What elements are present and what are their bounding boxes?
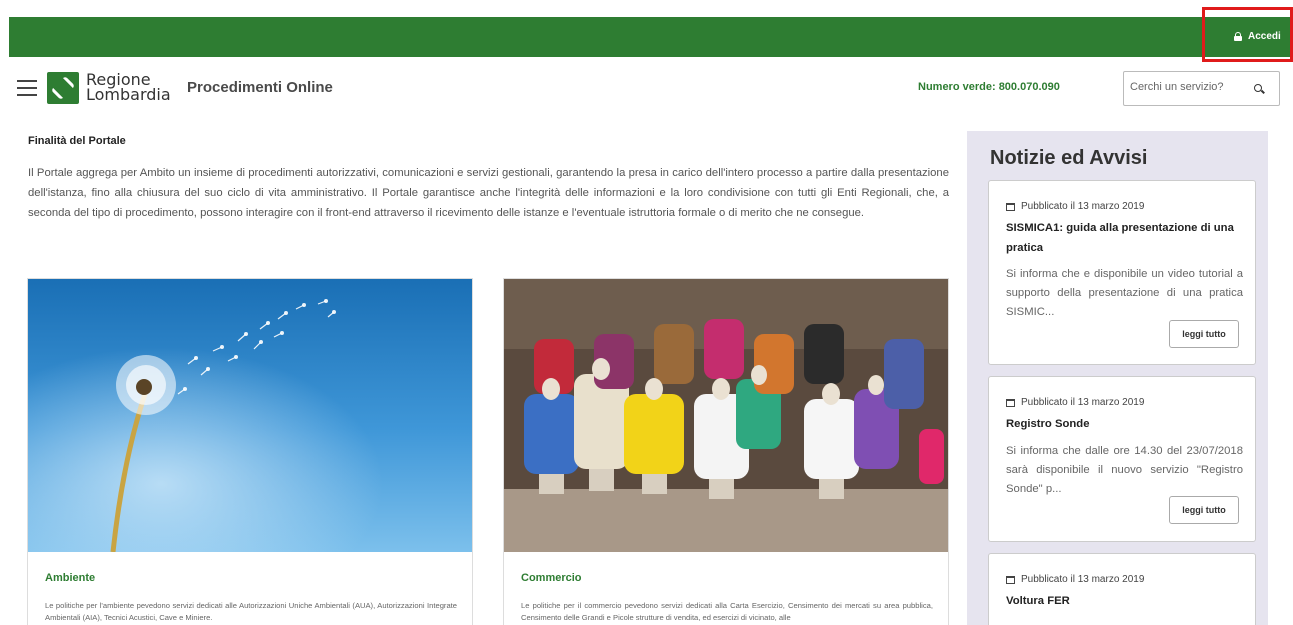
card-description: Le politiche per l'ambiente pevedono ser… [45, 601, 457, 622]
news-heading: Notizie ed Avvisi [990, 147, 1148, 169]
card-title[interactable]: Ambiente [45, 572, 95, 584]
news-date: Pubblicato il 13 marzo 2019 [1006, 201, 1144, 212]
card-description: Le politiche per il commercio pevedono s… [521, 601, 933, 622]
news-date-text: Pubblicato il 13 marzo 2019 [1021, 201, 1145, 212]
region-logo-icon[interactable] [47, 72, 79, 104]
mannequins-image [504, 279, 948, 552]
lock-icon [1234, 32, 1242, 41]
read-more-button[interactable]: leggi tutto [1169, 496, 1239, 524]
menu-icon[interactable] [17, 80, 37, 97]
news-sidebar: Notizie ed Avvisi Pubblicato il 13 marzo… [967, 131, 1268, 625]
toll-free-number: Numero verde: 800.070.090 [918, 81, 1060, 93]
top-bar [9, 17, 1293, 57]
news-item: Pubblicato il 13 marzo 2019 Voltura FER [988, 553, 1256, 625]
search-input[interactable] [1130, 81, 1245, 93]
search-icon[interactable] [1254, 84, 1262, 92]
category-card-ambiente[interactable]: Ambiente Le politiche per l'ambiente pev… [27, 278, 473, 625]
news-date-text: Pubblicato il 13 marzo 2019 [1021, 397, 1145, 408]
login-link[interactable]: Accedi [1234, 31, 1281, 42]
calendar-icon [1006, 398, 1015, 407]
site-title: Procedimenti Online [187, 79, 333, 96]
read-more-button[interactable]: leggi tutto [1169, 320, 1239, 348]
news-title[interactable]: Voltura FER [1006, 591, 1246, 611]
news-excerpt: Si informa che dalle ore 14.30 del 23/07… [1006, 445, 1243, 495]
news-date: Pubblicato il 13 marzo 2019 [1006, 574, 1144, 585]
news-date-text: Pubblicato il 13 marzo 2019 [1021, 574, 1145, 585]
calendar-icon [1006, 575, 1015, 584]
region-logo-text[interactable]: Regione Lombardia [86, 72, 171, 104]
news-excerpt: Si informa che e disponibile un video tu… [1006, 268, 1243, 318]
news-item: Pubblicato il 13 marzo 2019 SISMICA1: gu… [988, 180, 1256, 365]
card-title[interactable]: Commercio [521, 572, 582, 584]
dandelion-image [28, 279, 472, 552]
calendar-icon [1006, 202, 1015, 211]
logo-line-2: Lombardia [86, 85, 171, 104]
news-item: Pubblicato il 13 marzo 2019 Registro Son… [988, 376, 1256, 542]
intro-text: Il Portale aggrega per Ambito un insieme… [28, 167, 949, 219]
intro-title: Finalità del Portale [28, 135, 126, 147]
search-box [1123, 71, 1280, 106]
category-card-commercio[interactable]: Commercio Le politiche per il commercio … [503, 278, 949, 625]
news-title[interactable]: Registro Sonde [1006, 414, 1246, 434]
news-date: Pubblicato il 13 marzo 2019 [1006, 397, 1144, 408]
login-label: Accedi [1248, 31, 1281, 42]
news-title[interactable]: SISMICA1: guida alla presentazione di un… [1006, 218, 1246, 258]
